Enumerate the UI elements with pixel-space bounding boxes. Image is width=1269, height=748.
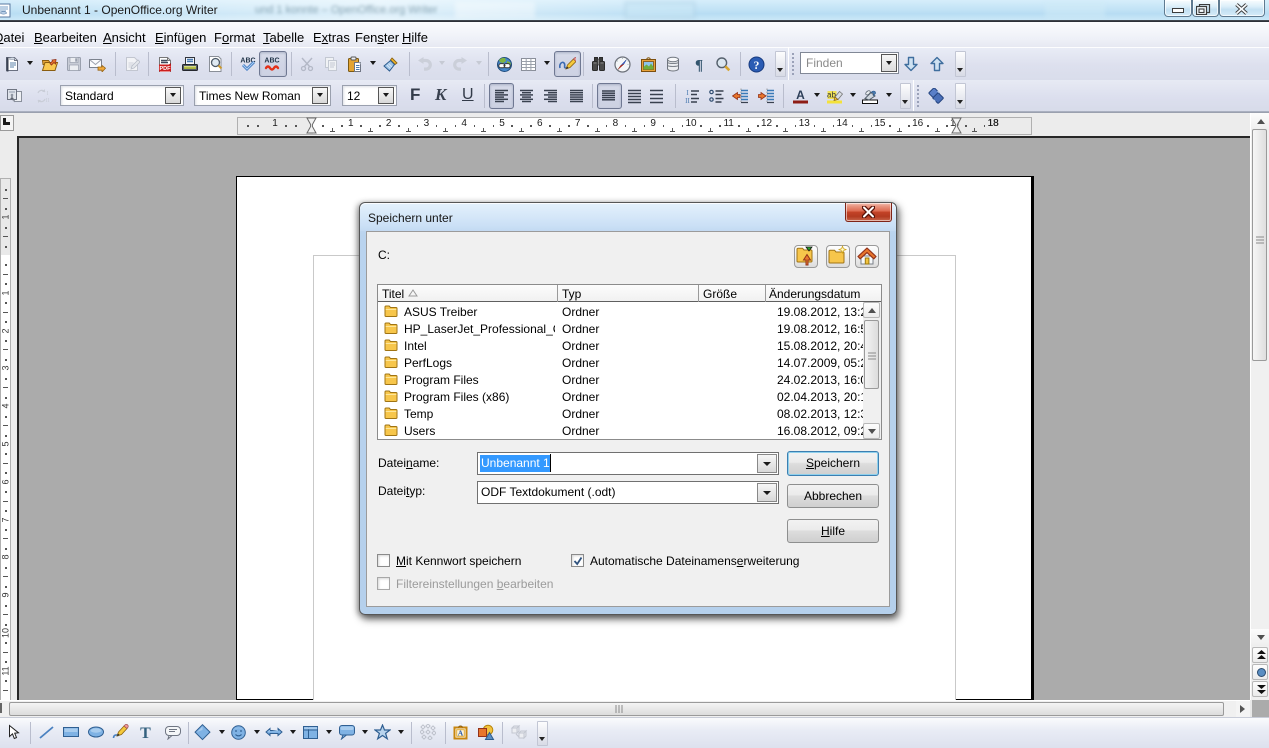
svg-text:A: A bbox=[796, 88, 805, 102]
svg-text:A: A bbox=[458, 729, 464, 738]
svg-text:ABC: ABC bbox=[264, 58, 279, 65]
svg-text:II: II bbox=[46, 98, 50, 104]
svg-text:?: ? bbox=[754, 60, 760, 72]
svg-text:II: II bbox=[685, 97, 690, 104]
svg-text:PDF: PDF bbox=[160, 66, 172, 72]
svg-text:I: I bbox=[686, 89, 689, 97]
svg-text:¶: ¶ bbox=[695, 58, 703, 73]
svg-text:T: T bbox=[140, 725, 151, 741]
svg-text:I: I bbox=[47, 91, 49, 97]
